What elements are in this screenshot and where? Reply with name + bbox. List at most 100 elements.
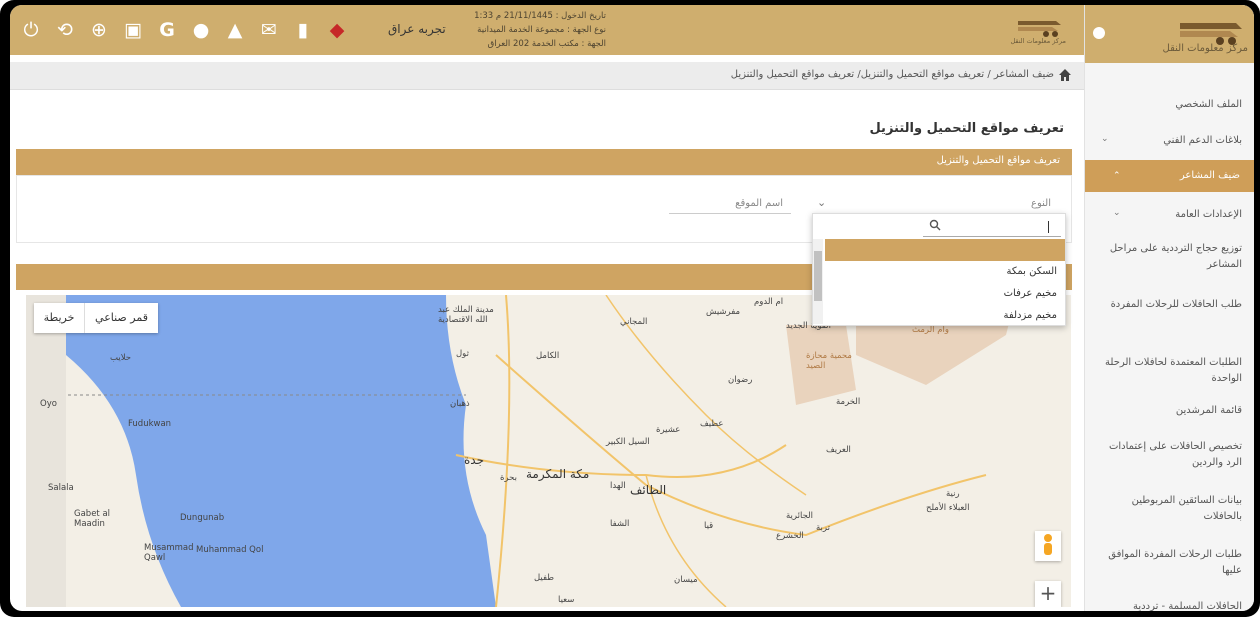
map-label-fudukwan: Fudukwan	[128, 419, 172, 429]
map-label-rumah: وام الرمث	[912, 325, 949, 335]
map-label-majani: المجاني	[620, 317, 648, 327]
info-icon[interactable]: ●	[190, 19, 212, 41]
map-label-jaeria: الجائرية	[786, 511, 814, 521]
breadcrumb-path[interactable]: ضيف المشاعر / تعريف مواقع التحميل والتنز…	[731, 69, 1054, 80]
map-label-muhammad-qol: Muhammad Qol	[196, 545, 264, 555]
sidebar-item-guides-list[interactable]: قائمة المرشدين	[1095, 403, 1242, 419]
tag-icon[interactable]: ◆	[326, 19, 348, 41]
globe-icon[interactable]: ⊕	[88, 19, 110, 41]
chevron-down-icon[interactable]: ⌄	[1101, 134, 1109, 144]
map-label-oyo: Oyo	[40, 399, 57, 409]
map-label-sail: السيل الكبير	[606, 437, 650, 447]
user-name: تجربه عراق	[388, 22, 446, 36]
map-label-urayf: العريف	[826, 445, 851, 455]
mail-icon[interactable]: ✉	[258, 19, 280, 41]
map-label-rania: رنية	[946, 489, 960, 499]
map-label-thuwal: ثول	[456, 349, 469, 359]
sidebar-header: مركز معلومات النقل	[1085, 5, 1254, 63]
login-info: تاريخ الدخول : 21/11/1445 م 1:33 نوع الج…	[456, 9, 606, 51]
dropdown-option[interactable]: السكن بمكة	[1006, 266, 1057, 277]
sidebar-item-delivered-buses[interactable]: الحافلات المسلمة - ترددية	[1095, 599, 1242, 611]
map-label-halaib: حلايب	[110, 353, 132, 363]
map-label-qiya: قيا	[704, 521, 714, 531]
site-name-input[interactable]	[669, 213, 791, 214]
map-label-dungunab: Dungunab	[180, 513, 225, 523]
map-label-bahra: بحرة	[500, 473, 517, 483]
panel-title: تعريف مواقع التحميل والتنزيل	[936, 155, 1060, 166]
top-bar: ⏻ ⟲ ⊕ ▣ G ● ▲ ✉ ▮ ◆ تجربه عراق تاريخ الد…	[10, 5, 1084, 55]
map-label-shafa: الشفا	[610, 519, 630, 529]
chevron-up-icon: ⌃	[1113, 171, 1121, 181]
satellite-view-button[interactable]: قمر صناعي	[84, 303, 158, 333]
map-label-turabah: تربة	[816, 523, 830, 533]
map-label-khashra: الخشرع	[776, 531, 804, 541]
history-icon[interactable]: ⟲	[54, 19, 76, 41]
map-view-button[interactable]: خريطة	[34, 303, 84, 333]
site-name-label: اسم الموقع	[735, 198, 783, 209]
map[interactable]: خريطة قمر صناعي مكة المكرمة جدة الطائف ا…	[26, 295, 1071, 607]
entity-type: نوع الجهة : مجموعة الخدمة الميدانية	[477, 25, 606, 35]
pegman-icon	[1044, 534, 1052, 555]
device-frame: مركز معلومات النقل الملف الشخصي بلاغات ا…	[0, 0, 1260, 617]
map-label-umm-aldoom: ام الدوم	[754, 297, 784, 307]
sidebar-logo-text: مركز معلومات النقل	[1162, 43, 1248, 54]
map-type-toggle: خريطة قمر صناعي	[34, 303, 158, 333]
street-view-pegman[interactable]	[1035, 531, 1061, 561]
map-label-mahazat: محمية محازة الصيد	[806, 351, 852, 371]
form-panel-header: تعريف مواقع التحميل والتنزيل	[16, 149, 1072, 175]
map-label-maysan: ميسان	[674, 575, 698, 585]
map-label-mufarshish: مفرشيش	[706, 307, 741, 317]
home-icon[interactable]	[1058, 68, 1072, 82]
chevron-down-icon[interactable]: ⌄	[817, 196, 826, 209]
sidebar-item-approved-trips[interactable]: طلبات الرحلات المفردة الموافق عليها	[1095, 547, 1242, 579]
map-label-salala: Salala	[48, 483, 74, 493]
map-label-hada: الهدا	[610, 481, 626, 491]
document-icon[interactable]: ▮	[292, 19, 314, 41]
map-label-kamil: الكامل	[536, 351, 560, 361]
map-label-musammad: Musammad Qawl	[144, 543, 194, 563]
dropdown-scrollbar[interactable]	[813, 239, 823, 324]
sidebar-item-profile[interactable]: الملف الشخصي	[1095, 97, 1242, 113]
map-label-tafil: طفيل	[534, 573, 555, 583]
dropdown-option[interactable]: مخيم مزدلفة	[1004, 310, 1057, 321]
sidebar-item-support[interactable]: بلاغات الدعم الفني	[1095, 133, 1242, 149]
bus-icon[interactable]: ▣	[122, 19, 144, 41]
sidebar-item-distribute-pilgrims[interactable]: توزيع حجاج الترددية على مراحل المشاعر	[1095, 241, 1242, 273]
breadcrumb: ضيف المشاعر / تعريف مواقع التحميل والتنز…	[10, 62, 1084, 90]
map-label-rabigh: مدينة الملك عبد الله الاقتصادية	[438, 305, 494, 325]
map-label-ruwan: رضوان	[728, 375, 753, 385]
map-label-sahy: سعيا	[558, 595, 575, 605]
sidebar-item-bus-assignment[interactable]: تخصيص الحافلات على إعتمادات الرد والردين	[1095, 439, 1242, 471]
google-icon[interactable]: G	[156, 19, 178, 41]
map-label-taif: الطائف	[630, 483, 667, 497]
sidebar: مركز معلومات النقل الملف الشخصي بلاغات ا…	[1084, 5, 1254, 611]
chevron-down-icon[interactable]: ⌄	[1113, 208, 1121, 218]
scrollbar-thumb[interactable]	[814, 251, 822, 301]
map-label-abla: العبلاء الأملح	[926, 503, 970, 513]
dropdown-option[interactable]: مخيم عرفات	[1004, 288, 1057, 299]
warning-icon[interactable]: ▲	[224, 19, 246, 41]
topbar-logo-text: مركز معلومات النقل	[1010, 37, 1066, 45]
map-label-dhahban: ذهبان	[450, 399, 470, 409]
map-label-makkah: مكة المكرمة	[526, 467, 590, 481]
sidebar-item-hajj-guest[interactable]: ضيف المشاعر ⌃	[1085, 160, 1254, 192]
dropdown-search-input[interactable]	[923, 217, 1061, 237]
sidebar-item-label: ضيف المشاعر	[1179, 170, 1240, 181]
status-dot	[1093, 27, 1105, 39]
sidebar-item-approved-requests[interactable]: الطلبات المعتمدة لحافلات الرحلة الواحدة	[1095, 355, 1242, 387]
page-title: تعريف مواقع التحميل والتنزيل	[869, 121, 1064, 136]
map-label-gabet: Gabet al Maadin	[74, 509, 111, 529]
entity-name: الجهة : مكتب الخدمة 202 العراق	[487, 39, 606, 49]
dropdown-option-highlighted[interactable]	[825, 239, 1065, 261]
map-label-jeddah: جدة	[464, 453, 485, 467]
app-screen: مركز معلومات النقل الملف الشخصي بلاغات ا…	[10, 5, 1254, 611]
zoom-in-button[interactable]: +	[1035, 581, 1061, 607]
sidebar-item-drivers[interactable]: بيانات السائقين المربوطين بالحافلات	[1095, 493, 1242, 525]
sidebar-item-bus-request[interactable]: طلب الحافلات للرحلات المفردة	[1095, 297, 1242, 313]
type-label: النوع	[1031, 198, 1051, 209]
type-dropdown[interactable]: السكن بمكة مخيم عرفات مخيم مزدلفة	[812, 213, 1066, 326]
power-icon[interactable]: ⏻	[20, 19, 42, 41]
text-caret	[1048, 221, 1049, 233]
map-label-khurma: الخرمة	[836, 397, 861, 407]
search-icon	[929, 219, 941, 231]
